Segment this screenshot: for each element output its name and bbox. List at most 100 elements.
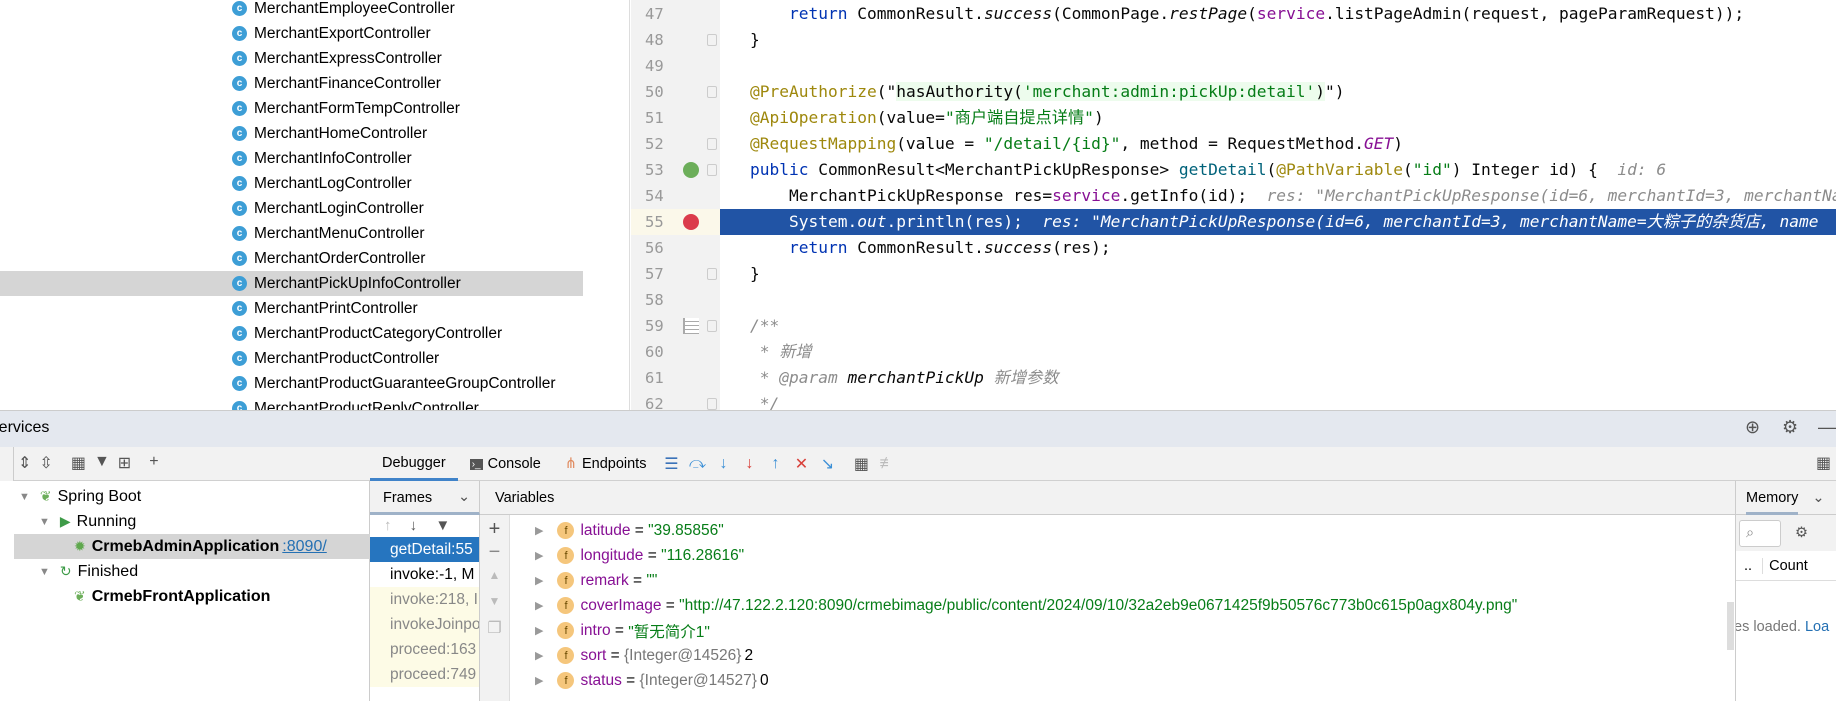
- code-line[interactable]: 50 @PreAuthorize("hasAuthority('merchant:…: [631, 79, 1836, 105]
- expand-arrow-icon[interactable]: ▼: [39, 566, 50, 578]
- tree-item[interactable]: c MerchantOrderController: [0, 246, 629, 271]
- frame-item[interactable]: invoke:218, I: [370, 587, 479, 612]
- code-line[interactable]: 58: [631, 287, 1836, 313]
- services-tree-item[interactable]: ▼ ↻ Finished: [14, 559, 370, 584]
- code-line[interactable]: 51 @ApiOperation(value="商户端自提点详情"): [631, 105, 1836, 131]
- tree-item[interactable]: c MerchantProductGuaranteeGroupController: [0, 371, 629, 396]
- count-column-header[interactable]: Count: [1762, 558, 1808, 574]
- expand-arrow-icon[interactable]: ▶: [535, 624, 543, 637]
- tree-item[interactable]: c MerchantMenuController: [0, 221, 629, 246]
- frame-item[interactable]: proceed:749: [370, 662, 479, 687]
- step-over-icon[interactable]: ⤼: [684, 455, 710, 473]
- move-down-icon[interactable]: ▼: [480, 594, 509, 608]
- frame-item[interactable]: invoke:-1, M: [370, 562, 479, 587]
- tree-item[interactable]: c MerchantEmployeeController: [0, 0, 629, 21]
- tab-endpoints[interactable]: ⋔ Endpoints: [553, 447, 659, 481]
- variable-row[interactable]: ▶ f longitude = "116.28616": [535, 543, 744, 568]
- variable-row[interactable]: ▶ f latitude = "39.85856": [535, 518, 724, 543]
- code-line[interactable]: 47 return CommonResult.success(CommonPage…: [631, 1, 1836, 27]
- code-line[interactable]: 54 MerchantPickUpResponse res=service.get…: [631, 183, 1836, 209]
- expand-arrow-icon[interactable]: ▼: [19, 491, 30, 503]
- fold-icon[interactable]: [707, 86, 717, 98]
- move-up-icon[interactable]: ▲: [480, 568, 509, 582]
- new-tab-icon[interactable]: ⊞: [118, 453, 131, 473]
- code-line[interactable]: 57}: [631, 261, 1836, 287]
- tab-console[interactable]: ›_ Console: [458, 447, 553, 481]
- code-line[interactable]: 56 return CommonResult.success(res);: [631, 235, 1836, 261]
- expand-all-icon[interactable]: ⇕: [18, 453, 31, 473]
- remove-watch-icon[interactable]: −: [480, 541, 509, 564]
- code-line[interactable]: 49: [631, 53, 1836, 79]
- services-tree-item[interactable]: ✹ CrmebAdminApplication:8090/: [14, 534, 370, 559]
- collapse-all-icon[interactable]: ⇳: [39, 453, 52, 473]
- expand-arrow-icon[interactable]: ▶: [535, 674, 543, 687]
- tree-item[interactable]: c MerchantLogController: [0, 171, 629, 196]
- tree-item[interactable]: c MerchantProductCategoryController: [0, 321, 629, 346]
- code-line[interactable]: 60 * 新增: [631, 339, 1836, 365]
- filter-icon[interactable]: ▼: [435, 517, 450, 534]
- tree-item[interactable]: c MerchantPickUpInfoController: [0, 271, 583, 296]
- tree-item[interactable]: c MerchantFormTempController: [0, 96, 629, 121]
- crosshair-icon[interactable]: ⊕: [1745, 417, 1760, 438]
- services-tree-item[interactable]: ▼ ❦ Spring Boot: [14, 484, 370, 509]
- memory-search-input[interactable]: ⌕: [1739, 520, 1781, 547]
- expand-arrow-icon[interactable]: ▶: [535, 599, 543, 612]
- evaluate-icon[interactable]: ▦: [848, 454, 874, 474]
- doc-comment-icon[interactable]: [683, 318, 699, 334]
- layout-icon[interactable]: ▦: [1816, 453, 1831, 473]
- tree-item[interactable]: c MerchantInfoController: [0, 146, 629, 171]
- frames-dropdown[interactable]: Frames ⌄: [370, 481, 480, 515]
- gear-icon[interactable]: ⚙: [1795, 525, 1808, 541]
- code-line[interactable]: 59 /**: [631, 313, 1836, 339]
- code-line[interactable]: 55 System.out.println(res); res: "Merchan…: [631, 209, 1836, 235]
- scrollbar[interactable]: [1727, 602, 1734, 650]
- frame-item[interactable]: proceed:163: [370, 637, 479, 662]
- variable-row[interactable]: ▶ f sort = {Integer@14526} 2: [535, 643, 753, 668]
- tree-item[interactable]: c MerchantFinanceController: [0, 71, 629, 96]
- expand-arrow-icon[interactable]: ▶: [535, 524, 543, 537]
- memory-tab[interactable]: Memory ⌄: [1736, 481, 1836, 515]
- filter-icon[interactable]: ▼: [94, 453, 110, 473]
- frame-item[interactable]: getDetail:55: [370, 537, 479, 562]
- tree-item[interactable]: c MerchantExportController: [0, 21, 629, 46]
- minimize-icon[interactable]: —: [1818, 417, 1836, 438]
- add-icon[interactable]: +: [149, 453, 158, 473]
- arrow-up-icon[interactable]: ↑: [384, 517, 392, 534]
- fold-icon[interactable]: [707, 268, 717, 280]
- tree-item[interactable]: c MerchantHomeController: [0, 121, 629, 146]
- trace-icon[interactable]: ≢: [874, 455, 900, 473]
- code-line[interactable]: 62 */: [631, 391, 1836, 410]
- run-to-cursor-icon[interactable]: ↘: [814, 454, 840, 474]
- expand-arrow-icon[interactable]: ▼: [39, 516, 50, 528]
- tree-item[interactable]: c MerchantProductController: [0, 346, 629, 371]
- threads-icon[interactable]: ☰: [658, 454, 684, 474]
- group-icon[interactable]: ▦: [71, 453, 86, 473]
- tree-item[interactable]: c MerchantLoginController: [0, 196, 629, 221]
- code-line[interactable]: 53 public CommonResult<MerchantPickUpResp…: [631, 157, 1836, 183]
- step-out-icon[interactable]: ↑: [762, 455, 788, 473]
- code-line[interactable]: 48}: [631, 27, 1836, 53]
- fold-icon[interactable]: [707, 398, 717, 410]
- force-step-into-icon[interactable]: ↓: [736, 455, 762, 473]
- fold-icon[interactable]: [707, 138, 717, 150]
- fold-icon[interactable]: [707, 34, 717, 46]
- expand-arrow-icon[interactable]: ▶: [535, 549, 543, 562]
- expand-arrow-icon[interactable]: ▶: [535, 574, 543, 587]
- services-tree-item[interactable]: ▼ ▶ Running: [14, 509, 370, 534]
- breakpoint-icon[interactable]: [683, 214, 699, 230]
- fold-icon[interactable]: [707, 320, 717, 332]
- arrow-down-icon[interactable]: ↓: [410, 517, 418, 534]
- spring-endpoint-icon[interactable]: [683, 162, 699, 178]
- variable-row[interactable]: ▶ f status = {Integer@14527} 0: [535, 668, 769, 693]
- copy-icon[interactable]: ❐: [480, 618, 509, 638]
- code-editor[interactable]: 47 return CommonResult.success(CommonPage…: [631, 0, 1836, 410]
- gear-icon[interactable]: ⚙: [1782, 417, 1798, 438]
- expand-arrow-icon[interactable]: ▶: [535, 649, 543, 662]
- code-line[interactable]: 61 * @param merchantPickUp 新增参数: [631, 365, 1836, 391]
- step-into-icon[interactable]: ↓: [710, 455, 736, 473]
- tree-item[interactable]: c MerchantExpressController: [0, 46, 629, 71]
- variable-row[interactable]: ▶ f coverImage = "http://47.122.2.120:8090…: [535, 593, 1517, 618]
- tree-item[interactable]: c MerchantProductReplyController: [0, 396, 629, 410]
- variable-row[interactable]: ▶ f intro = "暂无简介1": [535, 618, 710, 643]
- port-link[interactable]: :8090/: [282, 538, 326, 556]
